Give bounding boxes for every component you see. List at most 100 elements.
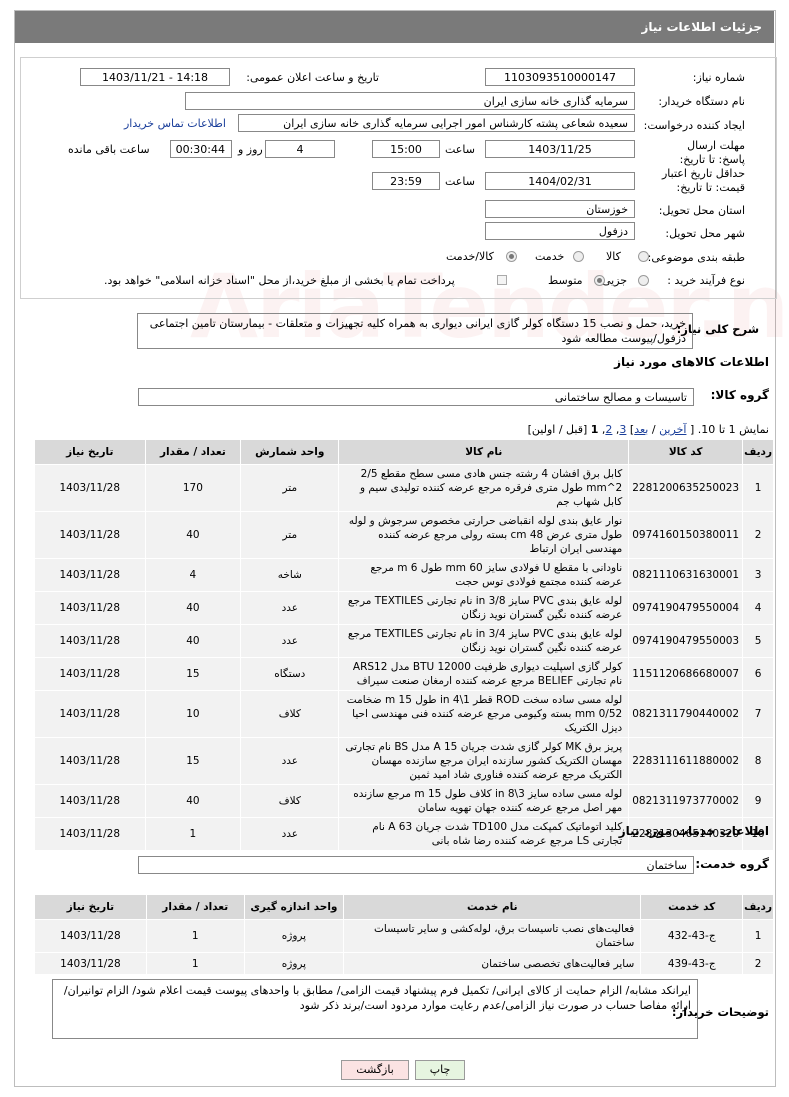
name-cell: کابل برق افشان 4 رشته جنس هادی مسی سطح م… xyxy=(338,464,630,512)
goods-group-label: گروه کالا: xyxy=(710,388,769,402)
process-radio-medium[interactable] xyxy=(594,275,605,286)
name-cell: ناودانی با مقطع U فولادی سایز 60 mm طول … xyxy=(338,558,630,592)
svc-col-qty: تعداد / مقدار xyxy=(145,894,245,920)
unit-cell: شاخه xyxy=(240,558,340,592)
name-cell: پریز برق MK کولر گازی شدت جریان 15 A مدل… xyxy=(338,737,630,785)
goods-table-row: 1 2281200635250023 کابل برق افشان 4 رشته ج… xyxy=(34,464,774,512)
unit-cell: کلاف xyxy=(240,784,340,818)
qty-cell: 4 xyxy=(144,558,242,592)
code-cell: 2281200635250023 xyxy=(628,464,744,512)
date-cell: 1403/11/28 xyxy=(34,558,146,592)
name-cell: فعالیت‌های نصب تاسیسات برق، لوله‌کشی و س… xyxy=(343,919,642,953)
category-radio-goods-service[interactable] xyxy=(506,251,517,262)
date-cell: 1403/11/28 xyxy=(34,952,147,975)
name-cell: نوار عایق بندی لوله انقباضی حرارتی مخصوص… xyxy=(338,511,630,559)
row-number-cell: 5 xyxy=(742,624,774,658)
deadline-label: مهلت ارسال پاسخ: تا تاریخ: xyxy=(679,139,745,166)
pager-page-3[interactable]: 3 xyxy=(619,423,626,436)
unit-cell: کلاف xyxy=(240,690,340,738)
goods-table-row: 3 0821110631630001 ناودانی با مقطع U فولاد… xyxy=(34,558,774,592)
qty-cell: 1 xyxy=(145,952,245,975)
buyer-org-label: نام دستگاه خریدار: xyxy=(658,95,745,108)
date-cell: 1403/11/28 xyxy=(34,591,146,625)
row-number-cell: 7 xyxy=(742,690,774,738)
code-cell: 2283111611880002 xyxy=(628,737,744,785)
name-cell: کلید اتوماتیک کمپکت مدل TD100 شدت جریان … xyxy=(338,817,630,851)
col-unit: واحد شمارش xyxy=(240,439,340,465)
unit-cell: دستگاه xyxy=(240,657,340,691)
remaining-label: ساعت باقی مانده xyxy=(68,143,150,156)
unit-cell: عدد xyxy=(240,624,340,658)
col-qty: تعداد / مقدار xyxy=(144,439,242,465)
col-row-number: ردیف xyxy=(742,439,774,465)
code-cell: 0974160150380011 xyxy=(628,511,744,559)
validity-date-field: 1404/02/31 xyxy=(485,172,635,190)
payment-note: پرداخت تمام یا بخشی از مبلغ خرید،از محل … xyxy=(104,274,455,287)
svc-col-unit: واحد اندازه گیری xyxy=(243,894,345,920)
category-radio-service[interactable] xyxy=(573,251,584,262)
code-cell: 0821311790440002 xyxy=(628,690,744,738)
back-button[interactable]: بازگشت xyxy=(341,1060,409,1080)
unit-cell: عدد xyxy=(240,737,340,785)
pager-page-2[interactable]: 2 xyxy=(605,423,612,436)
name-cell: کولر گازی اسپلیت دیواری ظرفیت BTU 12000 … xyxy=(338,657,630,691)
payment-checkbox[interactable] xyxy=(497,275,507,285)
pager-last-link[interactable]: آخرین xyxy=(659,423,686,436)
row-number-cell: 4 xyxy=(742,591,774,625)
services-section-title: اطلاعات خدمات مورد نیاز xyxy=(618,824,769,838)
description-field: خرید، حمل و نصب 15 دستگاه کولر گازی ایرا… xyxy=(137,313,693,349)
qty-cell: 40 xyxy=(144,624,242,658)
col-name: نام کالا xyxy=(338,439,630,465)
goods-table-row: 5 0974190479550003 لوله عایق بندی PVC سایز… xyxy=(34,624,774,658)
goods-header-row: ردیف کد کالا نام کالا واحد شمارش تعداد /… xyxy=(34,439,774,465)
date-cell: 1403/11/28 xyxy=(34,784,146,818)
row-number-cell: 6 xyxy=(742,657,774,691)
process-option-minor: جزیی xyxy=(602,274,628,287)
buyer-contact-link[interactable]: اطلاعات تماس خریدار xyxy=(124,117,226,130)
row-number-cell: 8 xyxy=(742,737,774,785)
buyer-notes-field: ایرانکد مشابه/ الزام حمایت از کالای ایرا… xyxy=(52,979,698,1039)
category-radio-goods[interactable] xyxy=(638,251,649,262)
pager: نمایش 1 تا 10. [ آخرین / بعد] 3, 2, 1 [ق… xyxy=(527,423,769,436)
need-number-field: 1103093510000147 xyxy=(485,68,635,86)
print-button[interactable]: چاپ xyxy=(415,1060,465,1080)
services-table-row: 2 ج-43-439 سایر فعالیت‌های تخصصی ساختمان پر… xyxy=(34,952,774,975)
process-radio-minor[interactable] xyxy=(638,275,649,286)
qty-cell: 10 xyxy=(144,690,242,738)
date-cell: 1403/11/28 xyxy=(34,464,146,512)
qty-cell: 1 xyxy=(144,817,242,851)
services-table-row: 1 ج-43-432 فعالیت‌های نصب تاسیسات برق، لول… xyxy=(34,919,774,953)
services-header-row: ردیف کد خدمت نام خدمت واحد اندازه گیری ت… xyxy=(34,894,774,920)
pager-page-1: 1 xyxy=(590,423,599,436)
row-number-cell: 9 xyxy=(742,784,774,818)
province-field: خوزستان xyxy=(485,200,635,218)
row-number-cell: 2 xyxy=(742,511,774,559)
category-label: طبقه بندی موضوعی: xyxy=(647,251,745,264)
qty-cell: 1 xyxy=(145,919,245,953)
services-group-label: گروه خدمت: xyxy=(695,857,769,871)
code-cell: ج-43-439 xyxy=(640,952,744,975)
qty-cell: 170 xyxy=(144,464,242,512)
row-number-cell: 3 xyxy=(742,558,774,592)
deadline-date-field: 1403/11/25 xyxy=(485,140,635,158)
deadline-time-label: ساعت xyxy=(445,143,475,156)
pager-next-link[interactable]: بعد xyxy=(634,423,648,436)
name-cell: لوله مسی ساده سخت ROD قطر 1\4 in طول 15 … xyxy=(338,690,630,738)
qty-cell: 15 xyxy=(144,657,242,691)
process-option-medium: متوسط xyxy=(548,274,583,287)
goods-table-row: 9 0821311973770002 لوله مسی ساده سایز 3\8 … xyxy=(34,784,774,818)
qty-cell: 40 xyxy=(144,591,242,625)
province-label: استان محل تحویل: xyxy=(658,204,745,217)
days-field: 4 xyxy=(265,140,335,158)
goods-table: ردیف کد کالا نام کالا واحد شمارش تعداد /… xyxy=(34,439,774,851)
code-cell: 0821110631630001 xyxy=(628,558,744,592)
goods-table-row: 7 0821311790440002 لوله مسی ساده سخت ROD ق… xyxy=(34,690,774,738)
category-option-goods-service: کالا/خدمت xyxy=(446,250,494,263)
row-number-cell: 1 xyxy=(742,919,774,953)
services-group-field: ساختمان xyxy=(138,856,694,874)
city-field: دزفول xyxy=(485,222,635,240)
svc-col-date: تاریخ نیاز xyxy=(34,894,147,920)
days-label: روز و xyxy=(238,143,263,156)
remaining-time-field: 00:30:44 xyxy=(170,140,232,158)
goods-table-row: 6 1151120686680007 کولر گازی اسپلیت دیواری… xyxy=(34,657,774,691)
